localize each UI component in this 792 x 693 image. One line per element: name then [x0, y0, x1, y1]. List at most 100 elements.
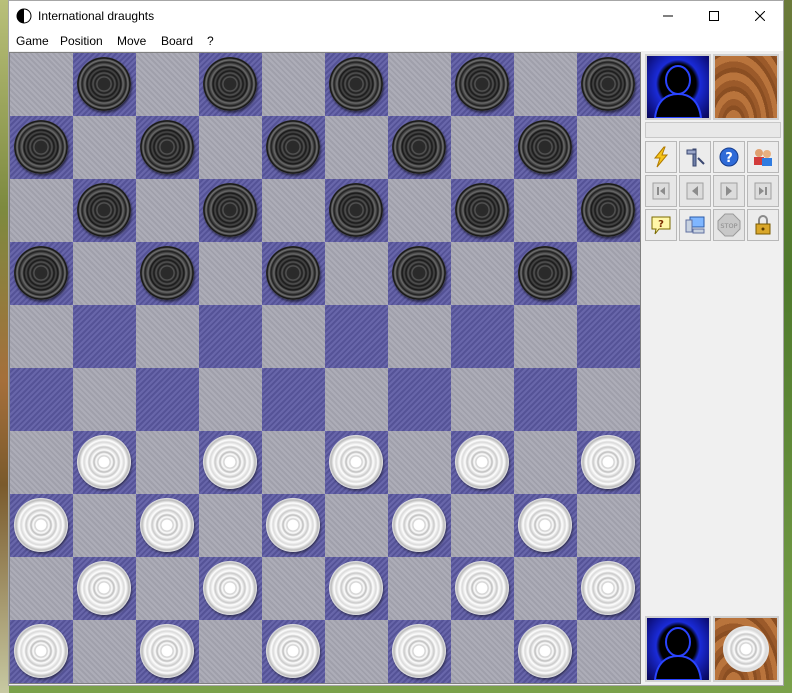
menu-help[interactable]: ? — [203, 34, 218, 48]
black-piece[interactable] — [203, 183, 257, 237]
board-square[interactable] — [10, 431, 73, 494]
black-piece[interactable] — [518, 246, 572, 300]
board-square[interactable] — [388, 242, 451, 305]
players-button[interactable] — [747, 141, 779, 173]
board-square[interactable] — [325, 620, 388, 683]
board-square[interactable] — [451, 242, 514, 305]
last-move-button[interactable] — [747, 175, 779, 207]
board-square[interactable] — [577, 116, 640, 179]
board-square[interactable] — [514, 368, 577, 431]
board-square[interactable] — [577, 53, 640, 116]
board-square[interactable] — [73, 620, 136, 683]
white-piece[interactable] — [140, 624, 194, 678]
white-piece[interactable] — [581, 435, 635, 489]
board-square[interactable] — [199, 116, 262, 179]
board-square[interactable] — [136, 53, 199, 116]
black-piece[interactable] — [140, 120, 194, 174]
black-piece[interactable] — [140, 246, 194, 300]
menu-position[interactable]: Position — [56, 34, 107, 48]
board-square[interactable] — [73, 179, 136, 242]
board-square[interactable] — [10, 179, 73, 242]
black-piece[interactable] — [329, 57, 383, 111]
black-piece[interactable] — [266, 246, 320, 300]
black-piece[interactable] — [77, 183, 131, 237]
board-square[interactable] — [199, 620, 262, 683]
white-piece[interactable] — [518, 624, 572, 678]
white-piece[interactable] — [455, 561, 509, 615]
board-square[interactable] — [199, 53, 262, 116]
board-square[interactable] — [577, 620, 640, 683]
board-square[interactable] — [136, 179, 199, 242]
white-piece[interactable] — [329, 561, 383, 615]
board-square[interactable] — [73, 53, 136, 116]
board-square[interactable] — [10, 368, 73, 431]
board-square[interactable] — [10, 494, 73, 557]
board-square[interactable] — [262, 116, 325, 179]
first-move-button[interactable] — [645, 175, 677, 207]
board-square[interactable] — [451, 620, 514, 683]
white-piece[interactable] — [518, 498, 572, 552]
black-piece[interactable] — [518, 120, 572, 174]
board-square[interactable] — [451, 557, 514, 620]
white-piece[interactable] — [77, 561, 131, 615]
board-square[interactable] — [10, 53, 73, 116]
board-square[interactable] — [73, 116, 136, 179]
board-square[interactable] — [451, 431, 514, 494]
board-square[interactable] — [451, 116, 514, 179]
board-square[interactable] — [388, 53, 451, 116]
board-square[interactable] — [325, 179, 388, 242]
board-square[interactable] — [577, 179, 640, 242]
board-square[interactable] — [577, 305, 640, 368]
new-game-button[interactable] — [645, 141, 677, 173]
previous-move-button[interactable] — [679, 175, 711, 207]
board-square[interactable] — [10, 557, 73, 620]
board-square[interactable] — [136, 242, 199, 305]
board-square[interactable] — [577, 368, 640, 431]
minimize-button[interactable] — [645, 1, 691, 31]
board-square[interactable] — [325, 431, 388, 494]
white-piece[interactable] — [203, 561, 257, 615]
white-piece[interactable] — [266, 498, 320, 552]
board-square[interactable] — [262, 494, 325, 557]
board-square[interactable] — [136, 557, 199, 620]
menu-board[interactable]: Board — [157, 34, 197, 48]
board-square[interactable] — [199, 242, 262, 305]
black-piece[interactable] — [266, 120, 320, 174]
board-square[interactable] — [262, 53, 325, 116]
board-square[interactable] — [136, 116, 199, 179]
black-piece[interactable] — [581, 57, 635, 111]
draughts-board[interactable] — [9, 52, 641, 684]
black-piece[interactable] — [392, 246, 446, 300]
black-piece[interactable] — [14, 246, 68, 300]
close-button[interactable] — [737, 1, 783, 31]
board-square[interactable] — [136, 305, 199, 368]
white-piece[interactable] — [14, 498, 68, 552]
stop-button[interactable]: STOP — [713, 209, 745, 241]
black-piece[interactable] — [14, 120, 68, 174]
board-square[interactable] — [10, 620, 73, 683]
board-square[interactable] — [199, 368, 262, 431]
lock-button[interactable] — [747, 209, 779, 241]
black-piece[interactable] — [392, 120, 446, 174]
maximize-button[interactable] — [691, 1, 737, 31]
white-piece[interactable] — [455, 435, 509, 489]
menu-game[interactable]: Game — [12, 34, 53, 48]
board-square[interactable] — [388, 557, 451, 620]
board-square[interactable] — [514, 179, 577, 242]
white-piece[interactable] — [14, 624, 68, 678]
title-bar[interactable]: International draughts — [9, 1, 783, 31]
board-square[interactable] — [388, 620, 451, 683]
board-square[interactable] — [514, 494, 577, 557]
white-piece[interactable] — [329, 435, 383, 489]
board-square[interactable] — [577, 494, 640, 557]
computer-move-button[interactable] — [679, 209, 711, 241]
board-square[interactable] — [514, 557, 577, 620]
board-square[interactable] — [451, 179, 514, 242]
board-square[interactable] — [325, 242, 388, 305]
bottom-player-avatar[interactable] — [645, 616, 711, 682]
help-button[interactable]: ? — [713, 141, 745, 173]
board-square[interactable] — [388, 494, 451, 557]
board-square[interactable] — [325, 494, 388, 557]
board-square[interactable] — [577, 557, 640, 620]
board-square[interactable] — [325, 53, 388, 116]
